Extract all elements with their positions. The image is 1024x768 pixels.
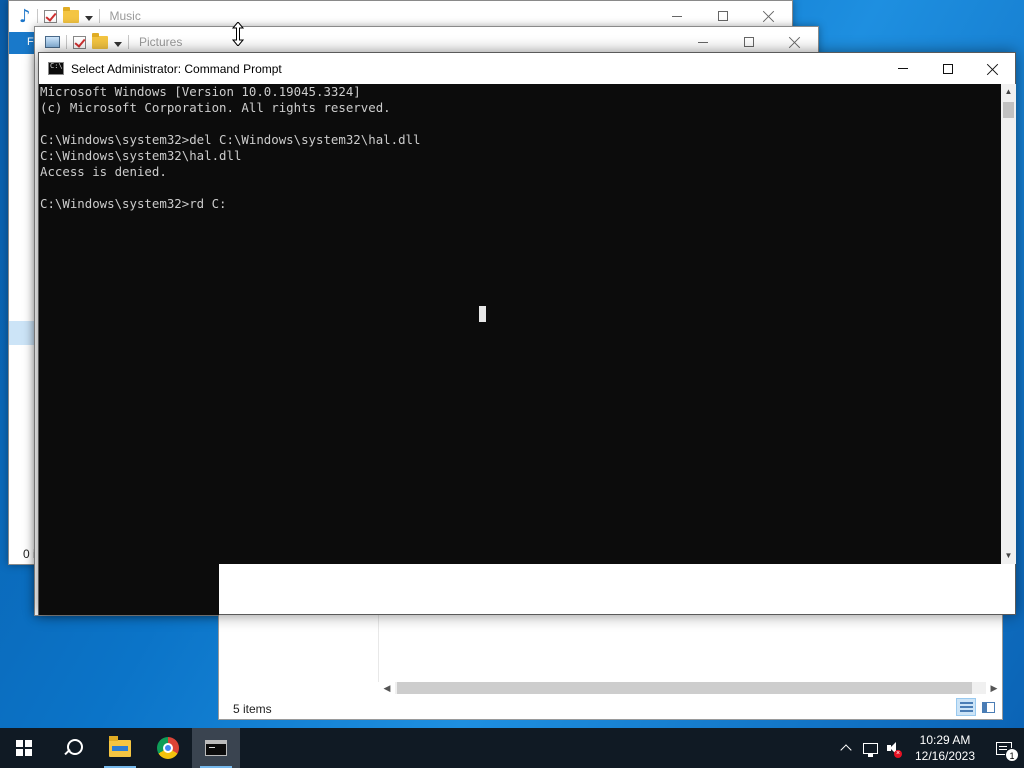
command-prompt-icon (205, 740, 227, 756)
large-icons-view-button[interactable] (978, 698, 998, 716)
details-view-button[interactable] (956, 698, 976, 716)
maximize-button[interactable] (925, 53, 970, 84)
scrollbar-thumb[interactable] (1003, 102, 1014, 118)
close-icon (789, 36, 801, 48)
text-cursor (479, 306, 486, 322)
minimize-button[interactable] (880, 53, 925, 84)
vertical-resize-cursor-icon (232, 22, 244, 46)
action-center-button[interactable]: 1 (984, 728, 1024, 768)
scroll-up-icon[interactable]: ▲ (1001, 84, 1016, 100)
properties-icon[interactable] (73, 35, 86, 49)
windows-start-icon (16, 740, 32, 756)
command-prompt-icon[interactable] (48, 62, 64, 75)
clock-time: 10:29 AM (919, 733, 971, 747)
console-vertical-scrollbar[interactable]: ▲ ▼ (1001, 84, 1016, 564)
customize-qat-dropdown-icon[interactable] (84, 15, 93, 21)
network-button[interactable] (858, 728, 882, 768)
properties-icon[interactable] (43, 9, 57, 23)
horizontal-scrollbar[interactable]: ◀ ▶ (379, 680, 1002, 696)
details-view-icon (959, 701, 973, 713)
new-folder-icon[interactable] (62, 6, 79, 23)
chevron-up-icon (840, 744, 852, 756)
pictures-icon (45, 36, 60, 48)
start-button[interactable] (0, 728, 48, 768)
muted-badge-icon: × (894, 750, 902, 758)
scrollbar-thumb[interactable] (397, 682, 972, 694)
file-explorer-icon (109, 735, 131, 757)
console-line: C:\Windows\system32\hal.dll (40, 148, 242, 163)
new-folder-icon[interactable] (92, 32, 108, 49)
search-button[interactable] (48, 728, 96, 768)
command-prompt-taskbar-button[interactable] (192, 728, 240, 768)
qat-separator (66, 35, 67, 49)
network-icon (862, 742, 878, 757)
console-input-line[interactable]: C:\Windows\system32>rd C: (40, 196, 1001, 212)
music-quick-access-toolbar: ♪ (19, 6, 100, 27)
maximize-icon (744, 37, 754, 47)
command-prompt-window[interactable]: Select Administrator: Command Prompt Mic… (38, 52, 1016, 615)
console-line: Access is denied. (40, 164, 167, 179)
large-icons-view-icon (981, 701, 995, 713)
taskbar: × 10:29 AM 12/16/2023 1 (0, 728, 1024, 768)
scroll-right-icon[interactable]: ▶ (986, 683, 1002, 694)
cmd-window-title: Select Administrator: Command Prompt (71, 61, 282, 76)
file-explorer-taskbar-button[interactable] (96, 728, 144, 768)
minimize-icon (897, 68, 908, 69)
maximize-icon (942, 63, 953, 74)
show-hidden-icons-button[interactable] (834, 728, 858, 768)
clock-date: 12/16/2023 (914, 749, 976, 763)
pictures-quick-access-toolbar (45, 32, 129, 49)
notification-count-badge: 1 (1005, 748, 1019, 762)
volume-button[interactable]: × (882, 728, 906, 768)
close-button[interactable] (970, 53, 1015, 84)
cmd-titlebar[interactable]: Select Administrator: Command Prompt (39, 53, 1015, 84)
system-tray: × 10:29 AM 12/16/2023 1 (834, 728, 1024, 768)
music-note-icon: ♪ (19, 5, 31, 27)
chrome-icon (157, 737, 179, 759)
music-window-title: Music (109, 9, 141, 23)
minimize-icon (672, 15, 682, 17)
qat-separator (98, 9, 100, 23)
items-count-status: 5 items (233, 702, 272, 716)
console-output[interactable]: Microsoft Windows [Version 10.0.19045.33… (39, 84, 1001, 564)
close-icon (763, 10, 775, 22)
chrome-taskbar-button[interactable] (144, 728, 192, 768)
clock[interactable]: 10:29 AM 12/16/2023 (906, 732, 984, 764)
pictures-window-title: Pictures (139, 35, 183, 49)
maximize-icon (718, 11, 728, 21)
qat-separator (36, 9, 38, 23)
minimize-icon (698, 41, 708, 43)
scrollbar-track[interactable] (395, 682, 986, 694)
console-line: (c) Microsoft Corporation. All rights re… (40, 100, 391, 115)
scroll-left-icon[interactable]: ◀ (379, 683, 395, 694)
view-switcher (956, 698, 998, 716)
desktop: ♪ Music F 0 i Pictures ◀ ▶ 5 items C:\ S… (0, 0, 1024, 728)
scroll-down-icon[interactable]: ▼ (1001, 548, 1016, 564)
console-line: C:\Windows\system32>del C:\Windows\syste… (40, 132, 421, 147)
console-line: Microsoft Windows [Version 10.0.19045.33… (40, 84, 361, 99)
qat-separator (128, 35, 129, 49)
close-icon (987, 63, 999, 75)
cmd-caption-buttons (880, 53, 1015, 83)
search-icon (63, 739, 83, 757)
console-lower-area (39, 564, 219, 615)
customize-qat-dropdown-icon[interactable] (114, 41, 122, 47)
